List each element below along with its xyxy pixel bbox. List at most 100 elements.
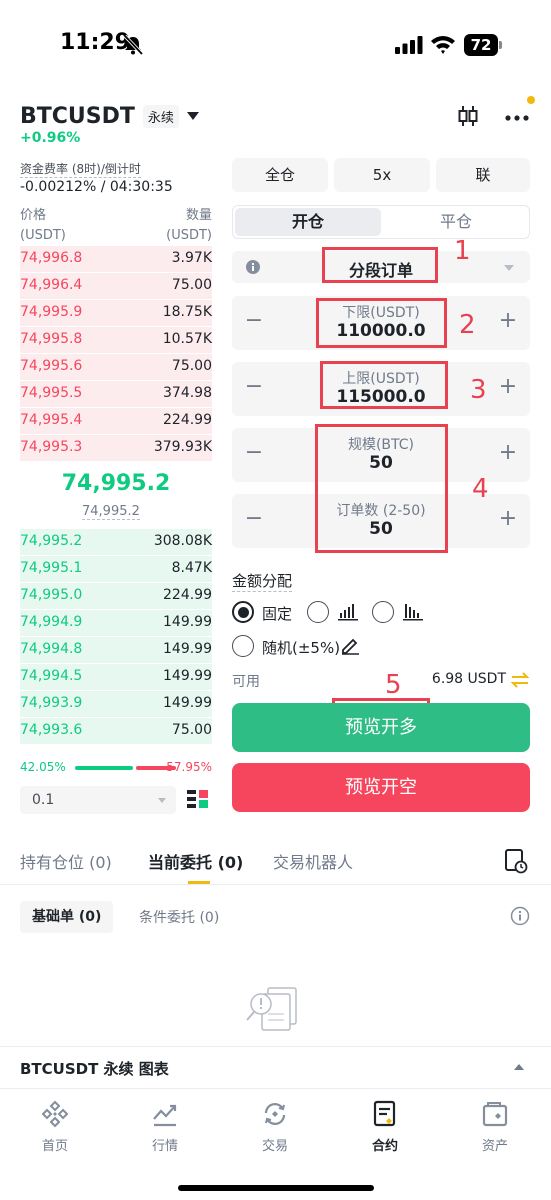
bid-row[interactable]: 74,994.8 149.99: [20, 637, 212, 663]
candlestick-chart-icon[interactable]: [456, 104, 480, 128]
nav-trade[interactable]: 交易: [235, 1099, 315, 1154]
bell-muted-icon: [123, 34, 144, 56]
bid-row[interactable]: 74,994.9 149.99: [20, 610, 212, 636]
tab-open[interactable]: 开仓: [235, 208, 381, 236]
annotation-box-1: [322, 247, 438, 283]
bid-price: 74,994.8: [20, 641, 83, 657]
trade-swap-icon: [264, 1103, 286, 1125]
position-tabs: 持有仓位 (0) 当前委托 (0) 交易机器人: [0, 835, 551, 885]
price-label: 价格: [20, 208, 47, 223]
ask-row[interactable]: 74,995.8 10.57K: [20, 327, 212, 353]
ask-qty: 18.75K: [162, 304, 212, 320]
battery-tip: [499, 41, 502, 49]
tab-positions[interactable]: 持有仓位 (0): [20, 849, 112, 873]
amount-allocation-label[interactable]: 金额分配: [232, 570, 293, 592]
ask-price: 74,995.3: [20, 439, 83, 455]
preview-open-short-button[interactable]: 预览开空: [232, 763, 530, 812]
bid-price: 74,994.5: [20, 668, 83, 684]
increment-button[interactable]: +: [496, 375, 520, 399]
nav-label: 资产: [481, 1139, 508, 1154]
orderbook-price-header: 价格 (USDT): [20, 206, 66, 246]
bid-qty: 149.99: [163, 668, 212, 684]
transfer-icon[interactable]: [510, 671, 530, 689]
ask-row[interactable]: 74,995.3 379.93K: [20, 435, 212, 461]
precision-select[interactable]: 0.1: [20, 786, 176, 814]
alloc-fixed-label[interactable]: 固定: [262, 603, 292, 624]
bid-price: 74,993.6: [20, 722, 83, 738]
alloc-random-label[interactable]: 随机(±5%): [262, 637, 340, 658]
nav-assets[interactable]: 资产: [455, 1099, 535, 1154]
bid-row[interactable]: 74,995.0 224.99: [20, 583, 212, 609]
ask-price: 74,996.8: [20, 250, 83, 266]
battery-level: 72: [464, 34, 498, 56]
alloc-fixed-radio[interactable]: [232, 601, 254, 623]
bid-price: 74,995.2: [20, 533, 83, 549]
order-history-icon[interactable]: [504, 848, 528, 874]
alloc-random-radio[interactable]: [232, 635, 254, 657]
bid-row[interactable]: 74,995.1 8.47K: [20, 556, 212, 582]
qty-unit: (USDT): [166, 228, 212, 243]
info-icon[interactable]: [510, 906, 530, 926]
ask-price: 74,995.5: [20, 385, 83, 401]
pair-selector[interactable]: BTCUSDT 永续: [20, 100, 199, 132]
nav-markets[interactable]: 行情: [125, 1099, 205, 1154]
alloc-decreasing-radio[interactable]: [372, 601, 394, 623]
bid-row[interactable]: 74,995.2 308.08K: [20, 529, 212, 555]
ask-qty: 224.99: [163, 412, 212, 428]
annotation-box-4: [315, 424, 448, 553]
alloc-increasing-radio[interactable]: [307, 601, 329, 623]
position-mode-button[interactable]: 联: [436, 158, 530, 192]
empty-state-icon: [246, 987, 297, 1031]
bid-row[interactable]: 74,994.5 149.99: [20, 664, 212, 690]
perpetual-badge: 永续: [142, 104, 179, 128]
ask-qty: 10.57K: [162, 331, 212, 347]
home-indicator[interactable]: [178, 1185, 374, 1191]
subtab-basic-orders[interactable]: 基础单 (0): [20, 901, 114, 933]
bid-qty: 8.47K: [171, 560, 212, 576]
markets-chart-icon: [153, 1104, 177, 1127]
ask-price: 74,995.9: [20, 304, 83, 320]
pair-name: BTCUSDT: [20, 103, 135, 129]
available-label: 可用: [232, 674, 260, 690]
ask-row[interactable]: 74,995.9 18.75K: [20, 300, 212, 326]
tab-close[interactable]: 平仓: [383, 208, 529, 236]
increment-button[interactable]: +: [496, 507, 520, 531]
ask-price: 74,995.4: [20, 412, 83, 428]
home-logo-icon: [41, 1100, 69, 1128]
bid-row[interactable]: 74,993.9 149.99: [20, 691, 212, 717]
ask-row[interactable]: 74,995.5 374.98: [20, 381, 212, 407]
chart-expander[interactable]: BTCUSDT 永续 图表: [0, 1046, 551, 1088]
margin-mode-button[interactable]: 全仓: [232, 158, 328, 192]
bid-row[interactable]: 74,993.6 75.00: [20, 718, 212, 744]
nav-label: 行情: [151, 1139, 178, 1154]
ask-price: 74,995.8: [20, 331, 83, 347]
ask-qty: 379.93K: [153, 439, 212, 455]
funding-rate-label[interactable]: 资金费率 (8时)/倒计时: [20, 160, 141, 178]
bid-price: 74,995.1: [20, 560, 83, 576]
price-unit: (USDT): [20, 228, 66, 243]
preview-open-long-button[interactable]: 预览开多: [232, 703, 530, 752]
increment-button[interactable]: +: [496, 441, 520, 465]
increment-button[interactable]: +: [496, 309, 520, 333]
ask-row[interactable]: 74,995.4 224.99: [20, 408, 212, 434]
more-options-icon[interactable]: [503, 104, 531, 128]
bid-qty: 75.00: [171, 722, 212, 738]
caret-down-icon: [504, 265, 514, 271]
wallet-icon: [482, 1102, 508, 1127]
ask-row[interactable]: 74,995.6 75.00: [20, 354, 212, 380]
orderbook-layout-icon[interactable]: [187, 789, 209, 811]
mark-price[interactable]: 74,995.2: [82, 504, 140, 520]
nav-futures[interactable]: 合约: [345, 1099, 425, 1154]
subtab-conditional-orders[interactable]: 条件委托 (0): [139, 907, 219, 927]
ask-row[interactable]: 74,996.4 75.00: [20, 273, 212, 299]
tab-open-orders[interactable]: 当前委托 (0): [148, 849, 243, 873]
tab-trading-bots[interactable]: 交易机器人: [273, 849, 353, 873]
leverage-button[interactable]: 5x: [334, 158, 430, 192]
funding-rate-value: -0.00212% / 04:30:35: [20, 179, 173, 195]
ask-qty: 374.98: [163, 385, 212, 401]
edit-pencil-icon[interactable]: [340, 637, 360, 655]
nav-home[interactable]: 首页: [15, 1099, 95, 1154]
futures-document-icon: [373, 1100, 396, 1127]
ask-row[interactable]: 74,996.8 3.97K: [20, 246, 212, 272]
annotation-box-2: [316, 298, 447, 348]
